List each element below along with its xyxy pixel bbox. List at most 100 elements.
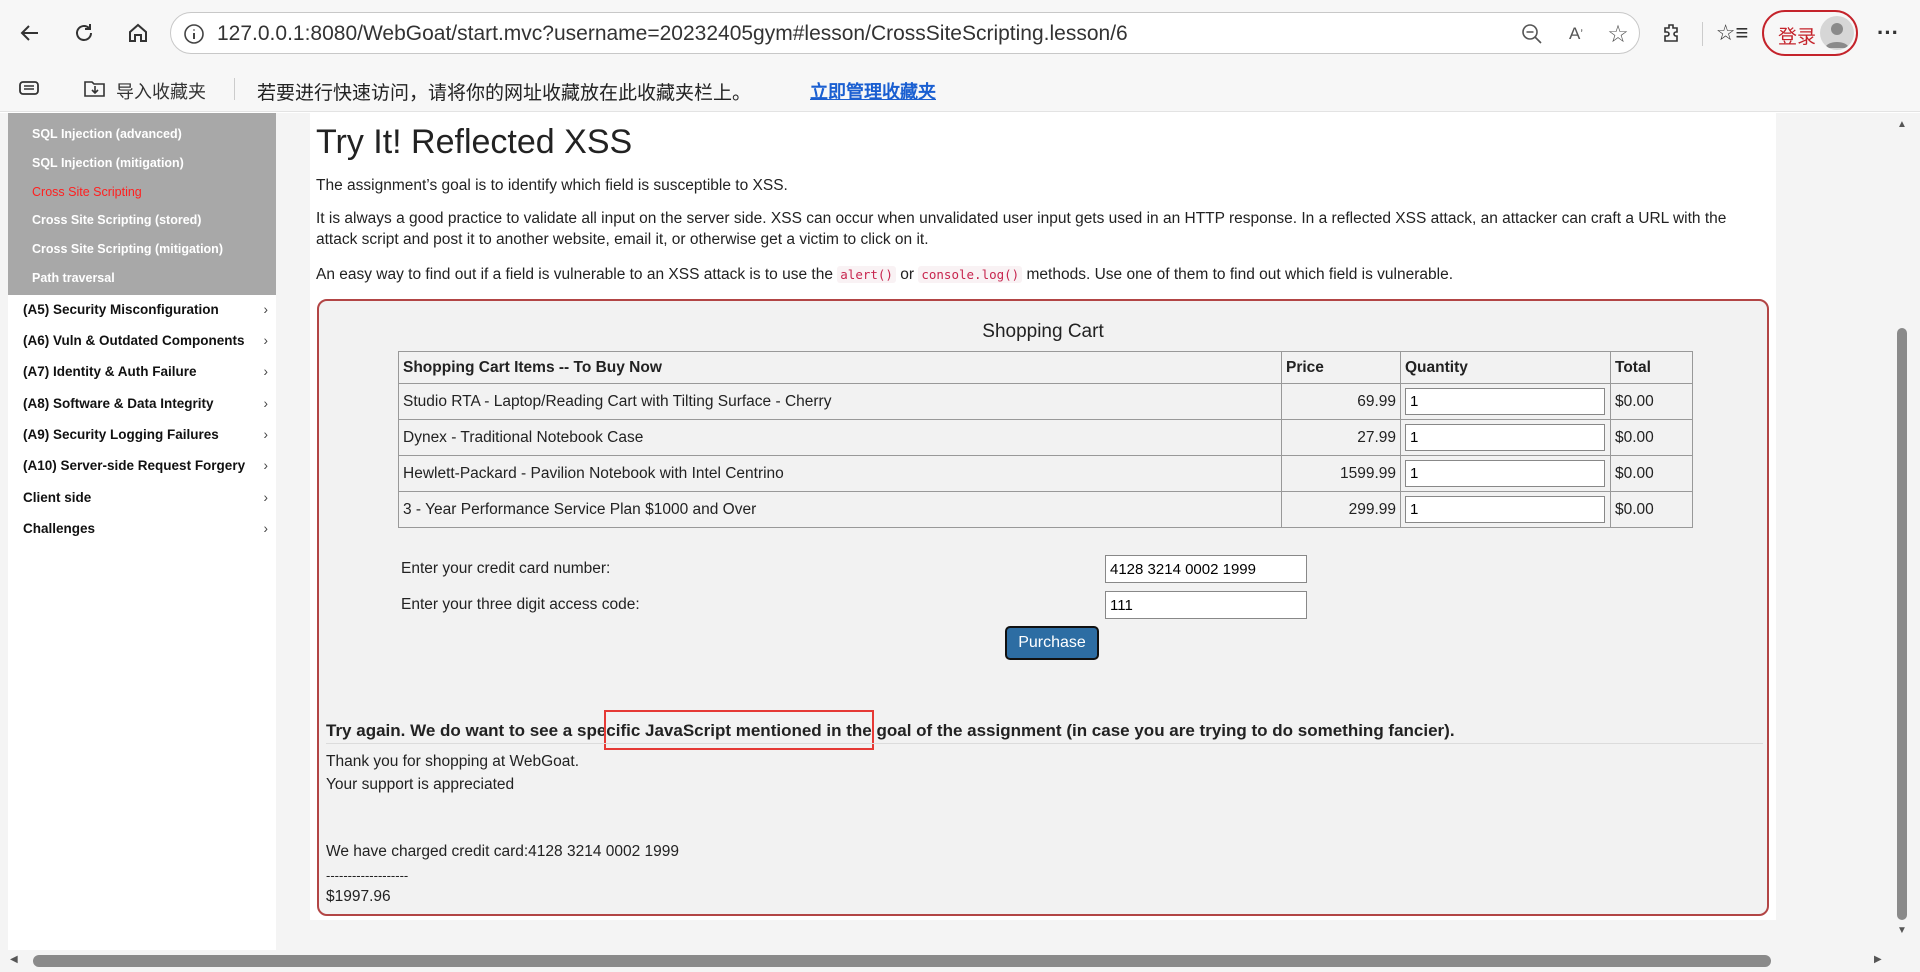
chevron-right-icon: › [263,490,269,505]
browser-toolbar: 127.0.0.1:8080/WebGoat/start.mvc?usernam… [0,0,1920,66]
page-title: Try It! Reflected XSS [316,123,633,161]
favbar-divider [234,78,235,100]
import-favorites-label[interactable]: 导入收藏夹 [116,78,206,104]
output-charged-card: We have charged credit card:4128 3214 00… [326,843,680,860]
toolbar-divider [1702,22,1703,46]
category-label: (A8) Software & Data Integrity [23,396,214,411]
category-label: (A7) Identity & Auth Failure [23,364,197,379]
item-price: 1599.99 [1281,455,1401,492]
home-icon[interactable] [122,17,154,49]
login-button[interactable]: 登录 [1762,10,1858,56]
sidebar-item-path-traversal[interactable]: Path traversal [32,271,115,285]
highlight-box [604,710,874,750]
cart-header-row: Shopping Cart Items -- To Buy Now Price … [398,351,1693,384]
item-total: $0.00 [1610,455,1693,492]
scroll-up-icon[interactable]: ▲ [1897,119,1907,130]
table-row: 3 - Year Performance Service Plan $1000 … [398,491,1693,528]
feedback-divider [326,743,1763,744]
sidebar-item-xss-stored[interactable]: Cross Site Scripting (stored) [32,213,201,227]
header-items: Shopping Cart Items -- To Buy Now [398,351,1282,384]
vertical-scroll-thumb[interactable] [1897,328,1907,920]
sidebar-item-cross-site-scripting[interactable]: Cross Site Scripting [32,185,142,199]
purchase-button[interactable]: Purchase [1005,626,1099,660]
sidebar-category-challenges[interactable]: Challenges › [23,521,268,536]
sidebar-category-a10[interactable]: (A10) Server-side Request Forgery › [23,458,268,473]
category-label: (A10) Server-side Request Forgery [23,458,246,473]
sidebar-category-a9[interactable]: (A9) Security Logging Failures › [23,427,268,442]
sidebar-category-client-side[interactable]: Client side › [23,490,268,505]
output-support: Your support is appreciated [326,776,515,793]
lesson-description-text: It is always a good practice to validate… [316,210,1727,248]
scroll-left-icon[interactable]: ◀ [10,954,18,965]
favorite-star-icon[interactable]: ☆ [1605,21,1631,48]
feedback-start: Try again. We do want to see a [326,721,577,740]
back-icon[interactable] [14,17,46,49]
submenu-injection: SQL Injection (advanced) SQL Injection (… [8,113,276,295]
item-name: 3 - Year Performance Service Plan $1000 … [398,491,1282,528]
sidebar-category-a5[interactable]: (A5) Security Misconfiguration › [23,302,268,317]
info-icon[interactable] [181,21,207,47]
credit-card-label: Enter your credit card number: [401,560,611,577]
output-thank-you: Thank you for shopping at WebGoat. [326,753,580,770]
sidebar-item-sql-injection-mitigation[interactable]: SQL Injection (mitigation) [32,156,184,170]
item-total: $0.00 [1610,491,1693,528]
cart-title: Shopping Cart [982,321,1104,342]
more-icon[interactable]: ··· [1872,17,1904,49]
category-label: Challenges [23,521,96,536]
vertical-scrollbar[interactable]: ▲ ▼ [1893,113,1913,940]
assignment-box: Shopping Cart Shopping Cart Items -- To … [317,299,1769,916]
lesson-sidebar: SQL Injection (advanced) SQL Injection (… [8,113,276,972]
quantity-input[interactable] [1405,424,1605,451]
hint-or: or [895,266,919,283]
address-bar[interactable]: 127.0.0.1:8080/WebGoat/start.mvc?usernam… [170,12,1640,54]
sidebar-item-xss-mitigation[interactable]: Cross Site Scripting (mitigation) [32,242,223,256]
item-price: 27.99 [1281,419,1401,456]
refresh-icon[interactable] [68,17,100,49]
zoom-out-icon[interactable] [1519,21,1545,47]
output-total: $1997.96 [326,888,391,905]
credit-card-input[interactable] [1105,555,1307,583]
item-price: 299.99 [1281,491,1401,528]
alert-code: alert() [837,266,896,283]
header-price: Price [1281,351,1401,384]
feedback-message: Try again. We do want to see a specific … [326,721,1455,741]
extensions-icon[interactable] [1656,17,1688,49]
lesson-content: Try It! Reflected XSS The assignment’s g… [310,113,1776,920]
horizontal-scrollbar[interactable]: ◀ ▶ [0,950,1893,972]
header-total: Total [1610,351,1693,384]
header-quantity: Quantity [1400,351,1611,384]
item-name: Dynex - Traditional Notebook Case [398,419,1282,456]
favorites-icon[interactable]: ☆≡ [1716,17,1749,49]
quantity-cell [1400,491,1611,528]
tab-actions-icon[interactable] [18,78,42,103]
sidebar-item-sql-injection-advanced[interactable]: SQL Injection (advanced) [32,127,182,141]
quantity-input[interactable] [1405,496,1605,523]
sidebar-category-a6[interactable]: (A6) Vuln & Outdated Components › [23,333,268,348]
chevron-right-icon: › [263,396,269,411]
horizontal-scroll-thumb[interactable] [33,955,1771,967]
read-aloud-icon[interactable]: Aʼ [1563,21,1589,47]
access-code-label: Enter your three digit access code: [401,596,640,613]
item-name: Studio RTA - Laptop/Reading Cart with Ti… [398,383,1282,420]
scroll-down-icon[interactable]: ▼ [1897,925,1907,936]
favorites-bar: 导入收藏夹 若要进行快速访问，请将你的网址收藏放在此收藏夹栏上。 立即管理收藏夹 [0,66,1920,112]
url-text[interactable]: 127.0.0.1:8080/WebGoat/start.mvc?usernam… [217,22,1128,46]
item-price: 69.99 [1281,383,1401,420]
scroll-right-icon[interactable]: ▶ [1874,954,1882,965]
chevron-right-icon: › [263,364,269,379]
manage-favorites-link[interactable]: 立即管理收藏夹 [810,78,936,104]
chevron-right-icon: › [263,458,269,473]
sidebar-category-a8[interactable]: (A8) Software & Data Integrity › [23,396,268,411]
category-label: (A5) Security Misconfiguration [23,302,219,317]
access-code-input[interactable] [1105,591,1307,619]
favorites-hint: 若要进行快速访问，请将你的网址收藏放在此收藏夹栏上。 [257,83,752,104]
item-total: $0.00 [1610,383,1693,420]
import-favorites-icon[interactable] [82,76,108,105]
page-viewport: SQL Injection (advanced) SQL Injection (… [0,113,1920,972]
category-label: (A9) Security Logging Failures [23,427,219,442]
quantity-input[interactable] [1405,388,1605,415]
sidebar-category-a7[interactable]: (A7) Identity & Auth Failure › [23,364,268,379]
quantity-cell [1400,419,1611,456]
table-row: Studio RTA - Laptop/Reading Cart with Ti… [398,383,1693,420]
quantity-input[interactable] [1405,460,1605,487]
